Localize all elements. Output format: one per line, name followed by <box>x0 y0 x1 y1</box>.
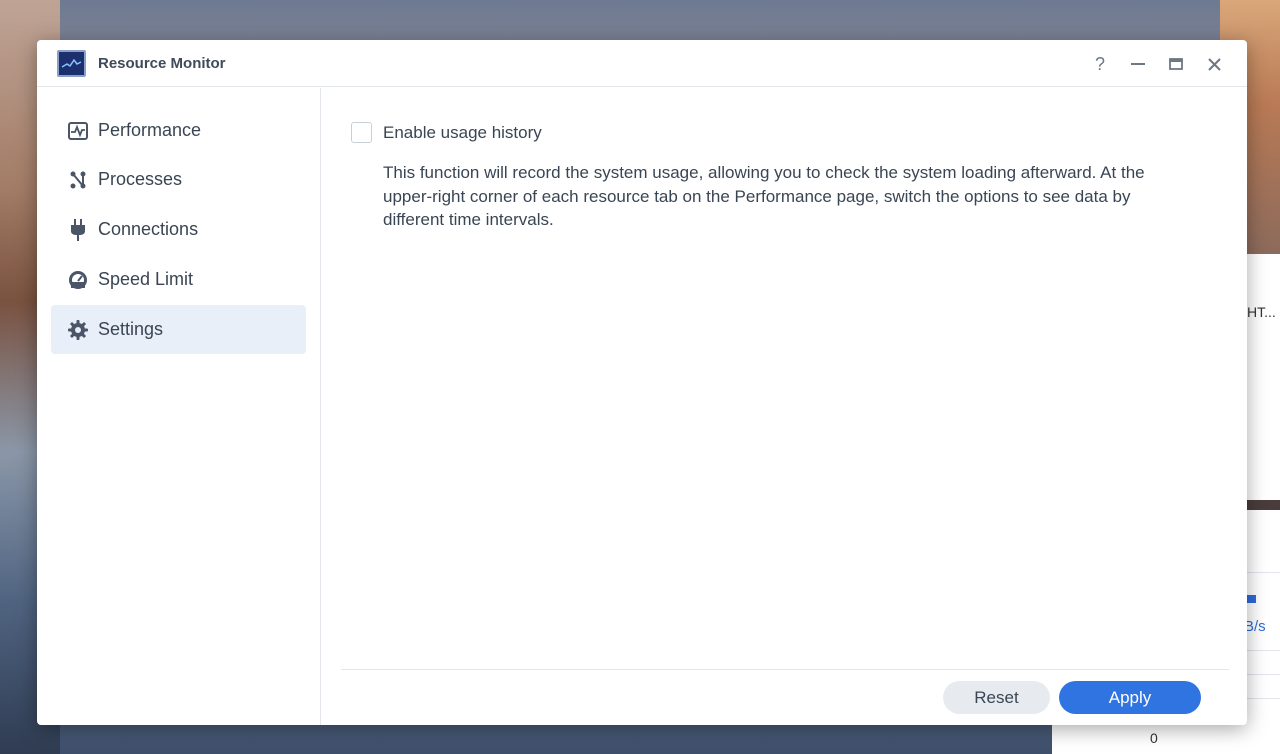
sidebar-item-performance[interactable]: Performance <box>51 106 306 155</box>
minimize-button[interactable] <box>1126 52 1150 76</box>
sidebar-item-settings[interactable]: Settings <box>51 305 306 354</box>
maximize-button[interactable] <box>1164 52 1188 76</box>
resource-monitor-window: Resource Monitor ? Performance Processes <box>37 40 1247 725</box>
background-window-rate: B/s <box>1244 618 1266 635</box>
sidebar: Performance Processes Connections Speed … <box>37 88 321 725</box>
enable-usage-history-checkbox[interactable] <box>351 122 372 143</box>
settings-panel: Enable usage history This function will … <box>322 88 1247 725</box>
background-window-axis-value: 0 <box>1150 730 1158 746</box>
sidebar-item-speed-limit[interactable]: Speed Limit <box>51 255 306 304</box>
help-icon: ? <box>1094 53 1105 74</box>
gear-icon <box>67 319 89 341</box>
sidebar-item-label: Performance <box>98 120 202 140</box>
help-button[interactable]: ? <box>1088 52 1112 76</box>
footer-divider <box>341 669 1229 670</box>
performance-chart-icon <box>67 120 89 142</box>
close-button[interactable] <box>1202 52 1226 76</box>
speedometer-icon <box>67 269 89 291</box>
window-title: Resource Monitor <box>98 55 226 72</box>
title-bar[interactable]: Resource Monitor ? <box>37 40 1247 87</box>
maximize-icon <box>1169 58 1183 70</box>
plug-icon <box>67 218 89 241</box>
sidebar-item-processes[interactable]: Processes <box>51 155 306 204</box>
sidebar-item-label: Connections <box>98 219 199 239</box>
close-icon <box>1207 57 1221 71</box>
sidebar-item-label: Speed Limit <box>98 269 194 289</box>
background-window-progress <box>1246 595 1256 603</box>
resource-monitor-app-icon <box>57 50 86 77</box>
background-window-text: HT... <box>1247 304 1276 320</box>
sidebar-item-label: Processes <box>98 169 183 189</box>
apply-button[interactable]: Apply <box>1059 681 1201 714</box>
enable-usage-history-label[interactable]: Enable usage history <box>383 123 542 143</box>
sidebar-item-label: Settings <box>98 319 164 339</box>
sidebar-item-connections[interactable]: Connections <box>51 205 306 254</box>
minimize-icon <box>1131 63 1145 65</box>
reset-button[interactable]: Reset <box>943 681 1050 714</box>
usage-history-description: This function will record the system usa… <box>383 163 1145 229</box>
processes-icon <box>67 169 89 191</box>
